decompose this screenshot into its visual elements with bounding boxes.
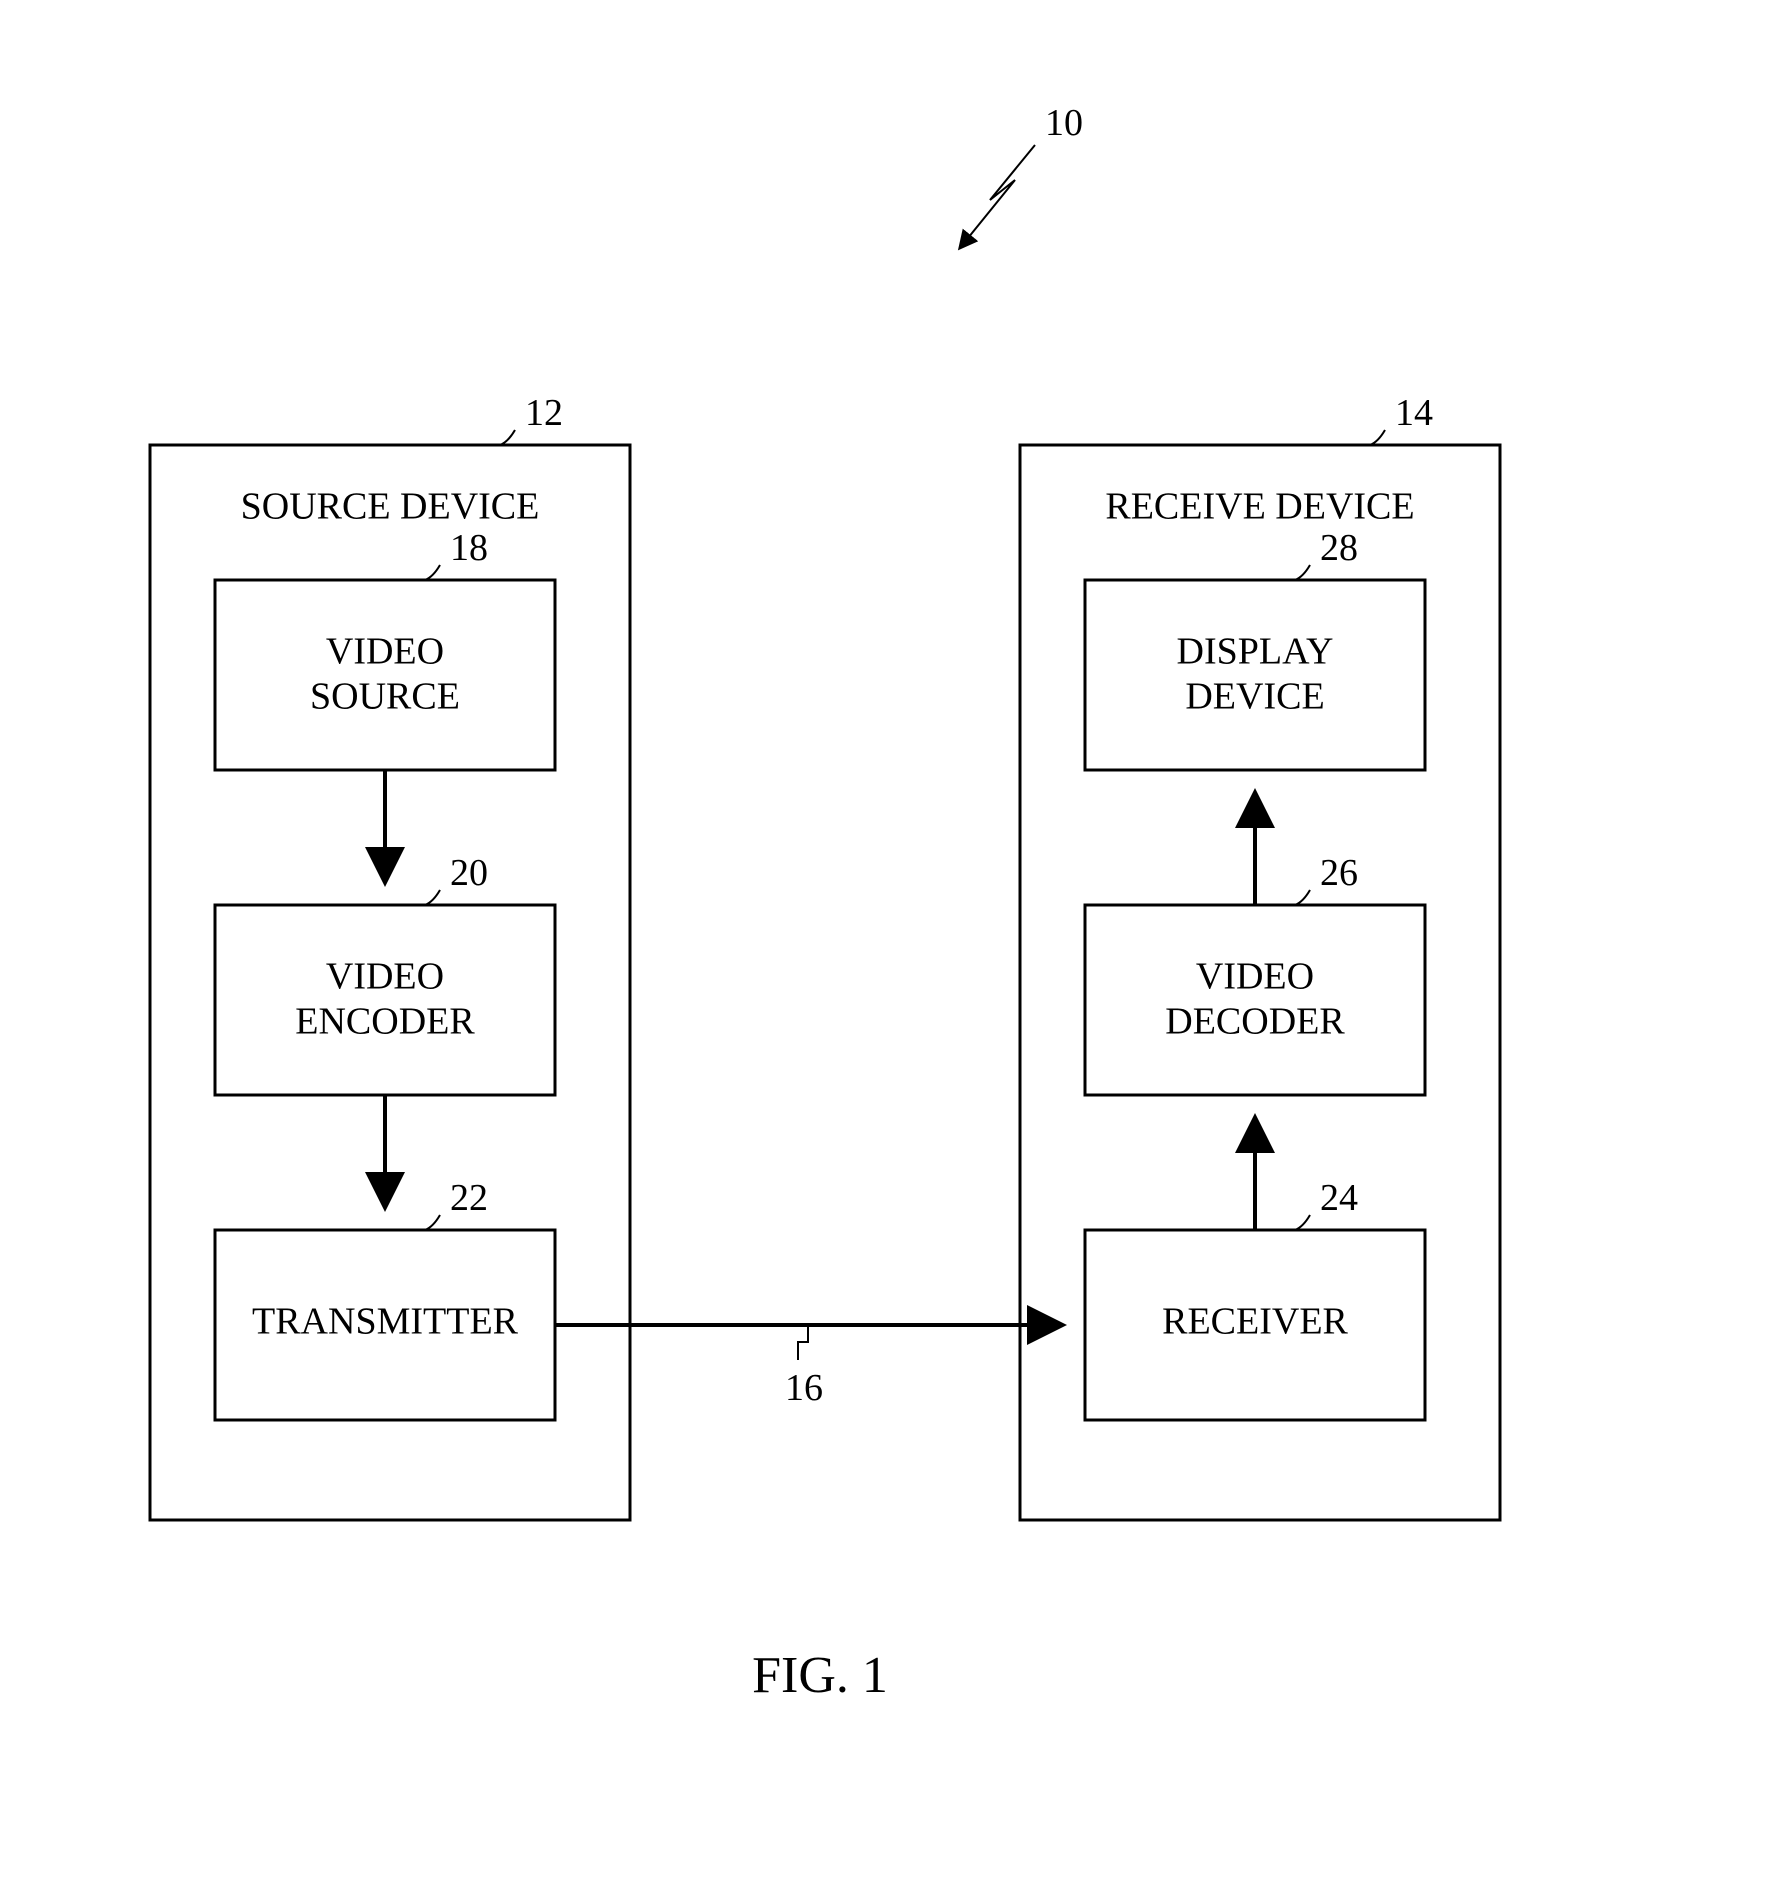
video-decoder-label2: DECODER: [1165, 1001, 1345, 1043]
figure-caption: FIG. 1: [752, 1647, 888, 1704]
channel-ref-leader: [798, 1325, 808, 1360]
transmitter-label: TRANSMITTER: [252, 1301, 519, 1343]
video-source-label2: SOURCE: [310, 676, 460, 718]
system-ref-arrow: [968, 145, 1035, 238]
video-encoder-ref: 20: [450, 852, 488, 894]
video-decoder-ref: 26: [1320, 852, 1358, 894]
source-device-title: SOURCE DEVICE: [241, 486, 540, 528]
channel-ref: 16: [785, 1367, 823, 1409]
video-encoder-label2: ENCODER: [295, 1001, 475, 1043]
transmitter-ref: 22: [450, 1177, 488, 1219]
receive-device-ref-leader: [1370, 430, 1385, 445]
display-device-ref: 28: [1320, 527, 1358, 569]
video-source-label1: VIDEO: [326, 631, 444, 673]
receive-device-ref: 14: [1395, 392, 1433, 434]
display-device-label2: DEVICE: [1185, 676, 1324, 718]
source-device-ref: 12: [525, 392, 563, 434]
receiver-ref: 24: [1320, 1177, 1358, 1219]
receive-device-title: RECEIVE DEVICE: [1105, 486, 1414, 528]
display-device-label1: DISPLAY: [1177, 631, 1334, 673]
video-decoder-label1: VIDEO: [1196, 956, 1314, 998]
receiver-label: RECEIVER: [1162, 1301, 1348, 1343]
diagram-root: 10 12 SOURCE DEVICE 18 VIDEO SOURCE 20 V…: [0, 0, 1777, 1904]
source-device-ref-leader: [500, 430, 515, 445]
system-ref: 10: [968, 102, 1083, 238]
system-ref-number: 10: [1045, 102, 1083, 144]
video-source-ref: 18: [450, 527, 488, 569]
source-device: 12 SOURCE DEVICE 18 VIDEO SOURCE 20 VIDE…: [150, 392, 630, 1520]
video-encoder-label1: VIDEO: [326, 956, 444, 998]
receive-device: 14 RECEIVE DEVICE 28 DISPLAY DEVICE 26 V…: [1020, 392, 1500, 1520]
